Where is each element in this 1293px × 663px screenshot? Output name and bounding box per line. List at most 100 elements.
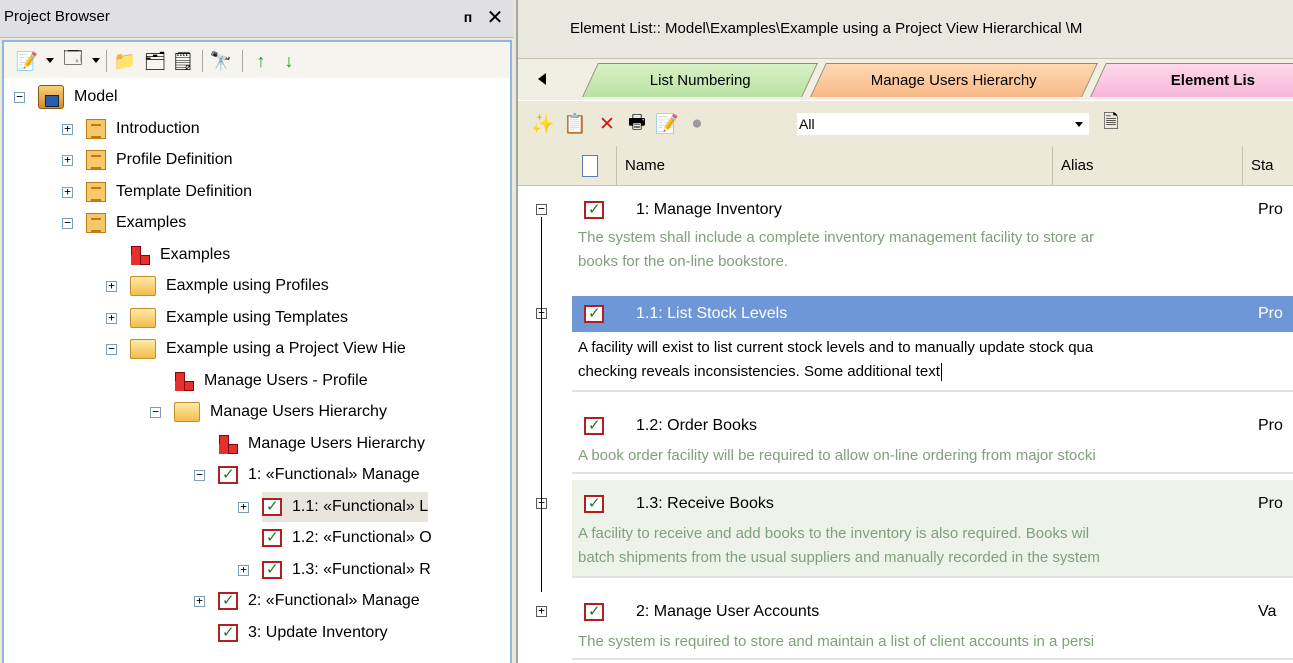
requirement-icon <box>584 494 604 513</box>
element-notes[interactable]: checking reveals inconsistencies. Some a… <box>572 360 1293 384</box>
collapse-icon[interactable]: − <box>536 203 547 215</box>
tree-node[interactable]: − Model <box>14 82 118 112</box>
tree-node[interactable]: +1.3: «Functional» R <box>238 555 431 585</box>
table-row[interactable]: 2: Manage User Accounts Va The system is r… <box>572 594 1293 660</box>
tab-scroll-left-icon[interactable] <box>538 73 546 85</box>
collapse-icon[interactable]: − <box>150 406 161 418</box>
new-package-icon[interactable]: 📁 <box>114 50 136 72</box>
element-notes[interactable]: A facility will exist to list current st… <box>572 336 1293 360</box>
collapse-icon[interactable]: − <box>62 217 73 229</box>
expand-icon[interactable]: + <box>238 564 249 576</box>
tree-node[interactable]: − Examples <box>62 208 187 238</box>
expand-icon[interactable]: + <box>106 312 117 324</box>
tab-list-numbering[interactable]: List Numbering <box>582 63 818 97</box>
requirement-icon <box>262 528 282 547</box>
new-diagram-icon[interactable]: 🗔 <box>62 48 84 72</box>
tree-node[interactable]: Manage Users Hierarchy <box>218 429 425 459</box>
table-row[interactable]: 1: Manage Inventory Pro The system shall i… <box>572 192 1293 300</box>
requirement-icon <box>218 623 238 642</box>
new-element-icon[interactable]: 📝 <box>16 50 38 72</box>
column-header-alias[interactable]: Alias <box>1052 146 1242 186</box>
tab-bar: List Numbering Manage Users Hierarchy El… <box>518 58 1293 100</box>
collapse-icon[interactable]: − <box>106 343 117 355</box>
tab-manage-users-hierarchy[interactable]: Manage Users Hierarchy <box>810 63 1098 97</box>
element-notes: The system shall include a complete inve… <box>578 229 1095 246</box>
tree-node[interactable]: +1.1: «Functional» L <box>238 491 429 522</box>
tree-node-label: Examples <box>116 214 187 231</box>
tab-element-list[interactable]: Element Lis <box>1090 63 1293 97</box>
element-notes: A book order facility will be required t… <box>578 447 1096 464</box>
tree-node-label: 1.3: «Functional» R <box>292 560 431 578</box>
element-name: 1.3: Receive Books <box>636 495 774 512</box>
delete-icon[interactable]: ✕ <box>596 113 618 135</box>
new-element-dropdown[interactable] <box>46 58 54 63</box>
tree-node[interactable]: − Example using a Project View Hie <box>106 334 406 364</box>
expand-icon[interactable]: + <box>194 595 205 607</box>
package-icon <box>86 181 106 202</box>
chevron-down-icon[interactable] <box>1075 122 1083 127</box>
tree-node[interactable]: + Profile Definition <box>62 145 233 175</box>
tree-node[interactable]: + Example using Templates <box>106 303 348 333</box>
project-browser-titlebar: Project Browser ᴨ ✕ <box>0 0 514 38</box>
column-header-status[interactable]: Sta <box>1242 146 1293 186</box>
element-name: 1.1: List Stock Levels <box>636 305 788 322</box>
folder-icon <box>130 339 156 359</box>
properties-icon[interactable]: 📝 <box>655 113 679 135</box>
toolbar-separator <box>202 50 203 72</box>
move-down-icon[interactable]: ↓ <box>278 50 300 72</box>
print-icon[interactable]: 🖶 <box>626 112 648 135</box>
folder-icon <box>174 402 200 422</box>
close-icon[interactable]: ✕ <box>483 6 507 30</box>
expand-icon[interactable]: + <box>238 501 249 513</box>
toolbar-separator <box>242 50 243 72</box>
collapse-icon[interactable]: − <box>14 91 25 103</box>
new-view-icon[interactable]: 🗂 <box>144 50 167 72</box>
new-diagram-dropdown[interactable] <box>92 58 100 63</box>
requirement-icon <box>584 200 604 219</box>
disabled-circle-icon: ● <box>691 113 703 134</box>
tree-node[interactable]: + Template Definition <box>62 177 252 207</box>
pin-icon[interactable]: ᴨ <box>458 6 478 28</box>
tree-node[interactable]: 1.2: «Functional» O <box>262 523 432 553</box>
filter-settings-icon[interactable]: 🗎 <box>1100 112 1122 135</box>
tree-node-label: 1: «Functional» Manage <box>248 466 420 483</box>
collapse-icon[interactable]: − <box>194 469 205 481</box>
tree-node[interactable]: 3: Update Inventory <box>218 618 388 648</box>
row-separator <box>572 658 1293 660</box>
tree-node-label: Manage Users - Profile <box>204 371 368 389</box>
table-row[interactable]: 1.2: Order Books Pro A book order facility… <box>572 408 1293 474</box>
tree-node[interactable]: + Eaxmple using Profiles <box>106 271 329 301</box>
row-title: 2: Manage User Accounts Va <box>572 594 1293 630</box>
tree-node[interactable]: +2: «Functional» Manage <box>194 586 420 616</box>
table-row[interactable]: 1.3: Receive Books Pro A facility to recei… <box>572 486 1293 578</box>
expand-icon[interactable]: + <box>62 154 73 166</box>
tree-node-label: Example using a Project View Hie <box>166 340 406 357</box>
element-name: 2: Manage User Accounts <box>636 603 820 620</box>
filter-select[interactable]: All <box>796 112 1090 136</box>
find-icon[interactable]: 🔭 <box>210 50 232 72</box>
element-list-panel: Element List:: Model\Examples\Example us… <box>516 0 1293 663</box>
element-properties-icon[interactable]: 🗒 <box>172 50 195 72</box>
element-status: Pro <box>1258 305 1283 322</box>
requirement-icon <box>218 591 238 610</box>
tree-node[interactable]: − Manage Users Hierarchy <box>150 397 387 427</box>
move-up-icon[interactable]: ↑ <box>250 50 272 72</box>
expand-icon[interactable]: + <box>536 605 547 617</box>
expand-icon[interactable]: + <box>106 280 117 292</box>
element-name: 1.2: Order Books <box>636 417 757 434</box>
expand-icon[interactable]: + <box>62 123 73 135</box>
requirement-icon <box>584 304 604 323</box>
expand-icon[interactable]: + <box>62 186 73 198</box>
grid-header: Name Alias Sta <box>518 146 1293 186</box>
new-element-icon[interactable]: ✨ <box>531 113 555 135</box>
tree-node[interactable]: Examples <box>130 240 230 270</box>
column-header-name[interactable]: Name <box>616 146 1052 186</box>
tree-node[interactable]: Manage Users - Profile <box>174 366 368 396</box>
element-notes: books for the on-line bookstore. <box>578 253 789 270</box>
table-row[interactable]: 1.1: List Stock Levels Pro A facility will… <box>572 296 1293 392</box>
row-title: 1: Manage Inventory Pro <box>572 192 1293 228</box>
tree-node[interactable]: + Introduction <box>62 114 200 144</box>
copy-icon[interactable]: 📋 <box>563 113 587 135</box>
row-title: 1.3: Receive Books Pro <box>572 486 1293 522</box>
tree-node[interactable]: − 1: «Functional» Manage <box>194 460 420 490</box>
